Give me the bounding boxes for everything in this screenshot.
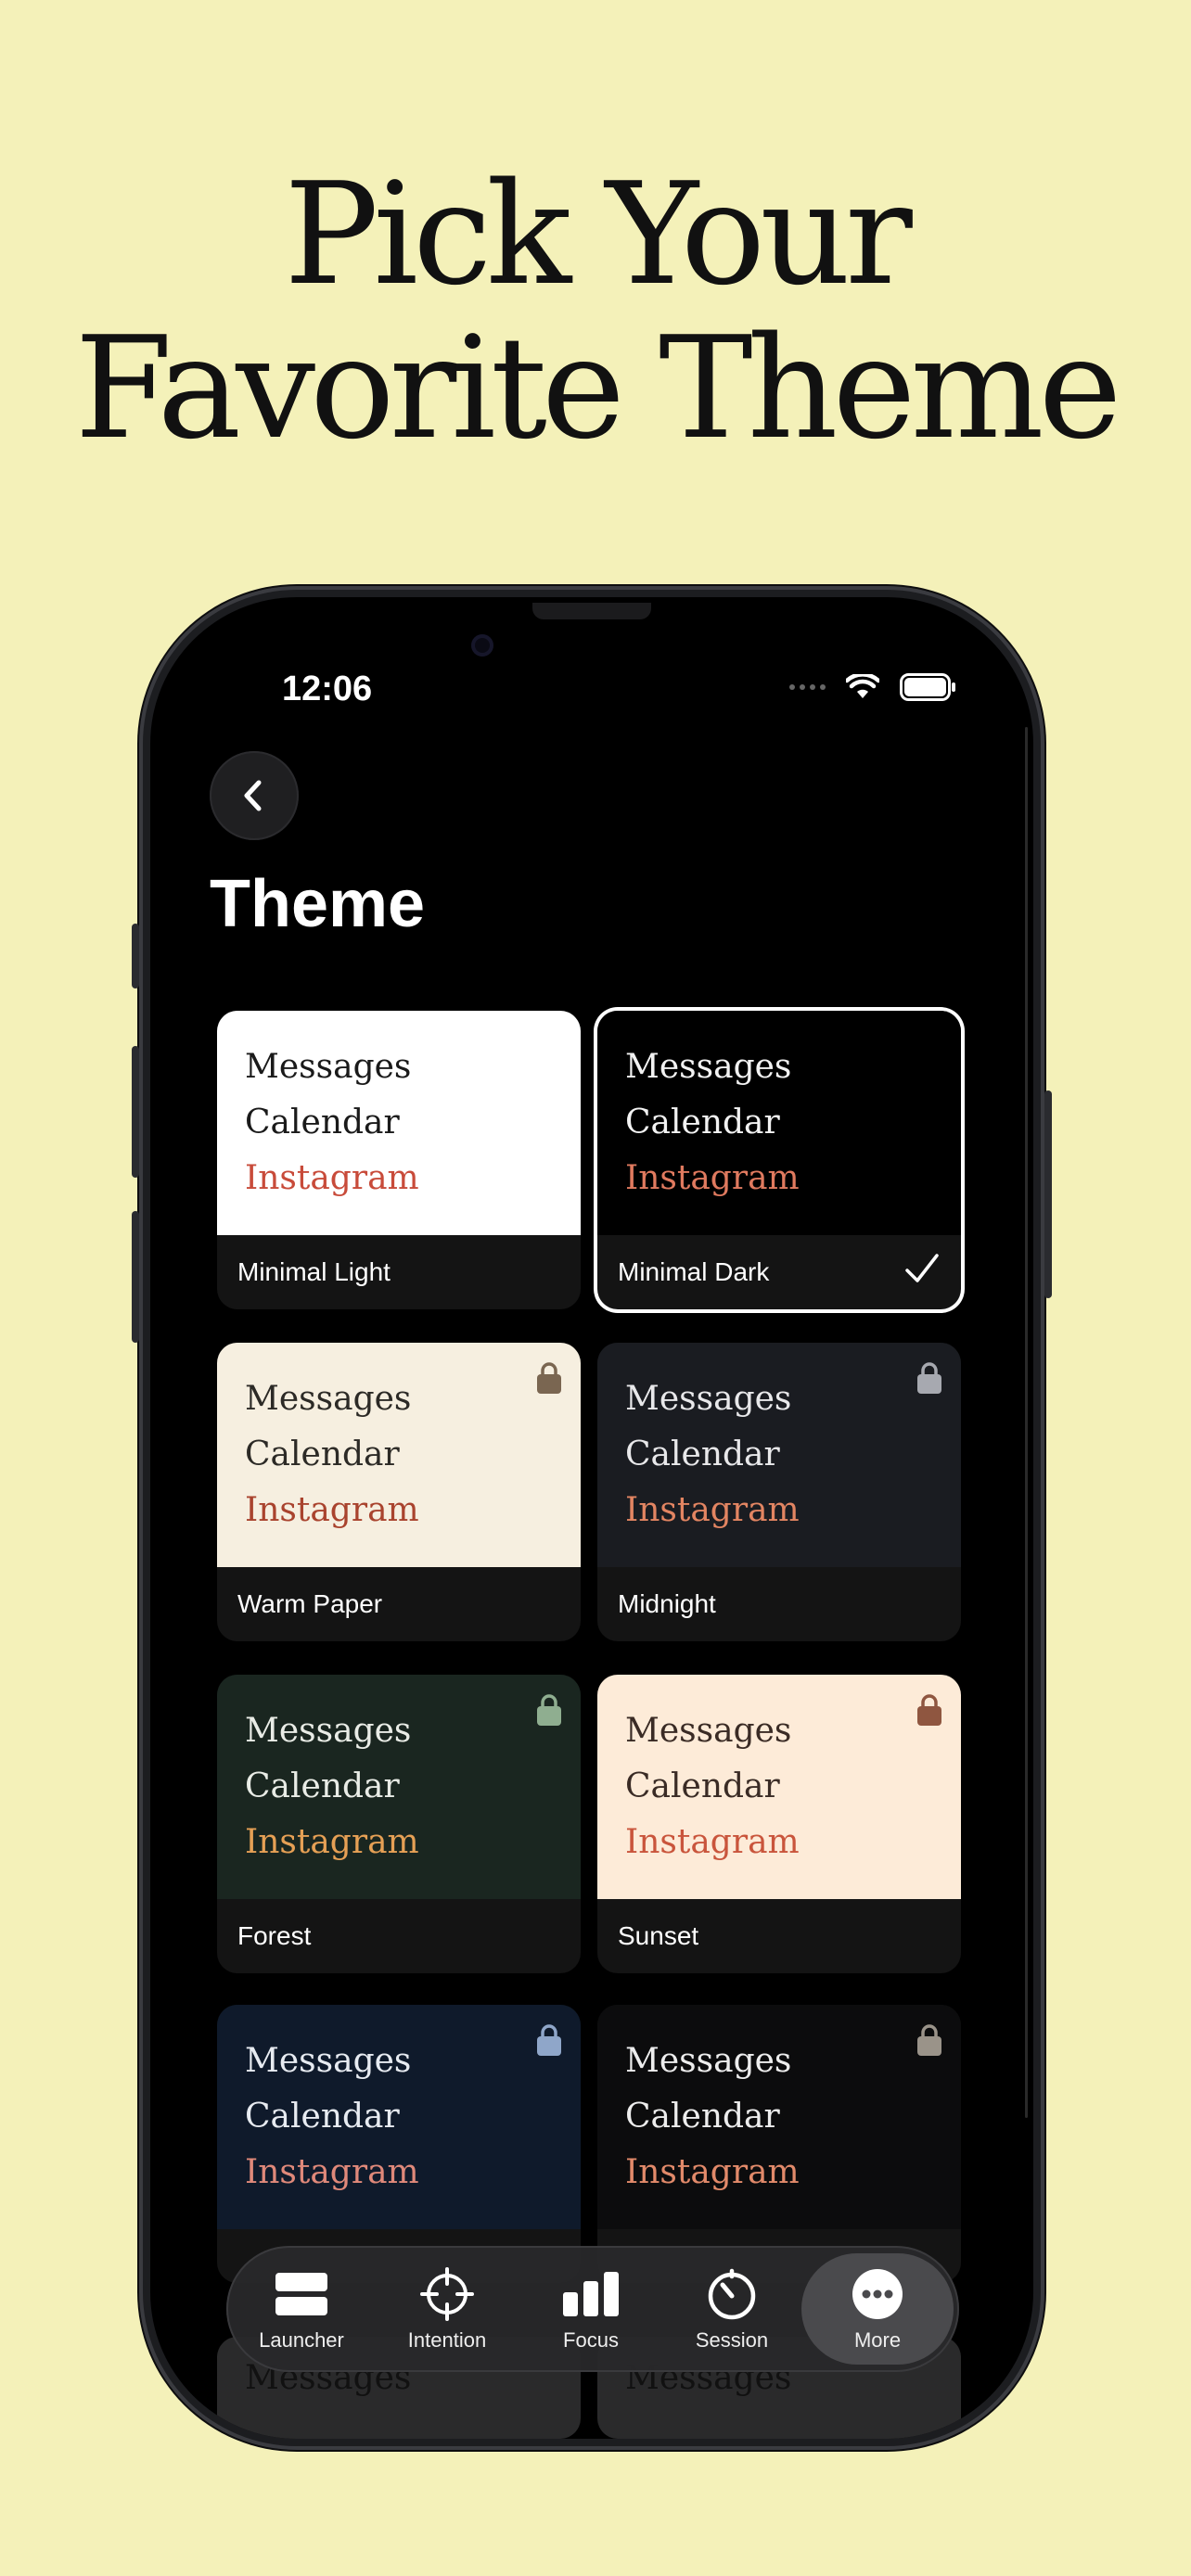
lock-icon <box>917 1694 941 1726</box>
preview-line: Calendar <box>625 1103 780 1141</box>
preview-line: Calendar <box>625 1767 780 1805</box>
checkmark-icon <box>905 1254 939 1282</box>
theme-preview: Messages Calendar Instagram <box>217 2005 581 2229</box>
tab-label: Session <box>695 2328 769 2352</box>
front-camera <box>471 634 493 657</box>
tab-more[interactable]: More <box>801 2253 954 2365</box>
theme-card[interactable]: Messages Calendar Instagram <box>597 2005 961 2283</box>
signal-icon <box>789 684 826 690</box>
theme-name: Minimal Light <box>237 1257 391 1286</box>
preview-line: Instagram <box>625 1159 800 1197</box>
tab-launcher[interactable]: Launcher <box>232 2246 371 2372</box>
tab-label: More <box>853 2328 902 2352</box>
theme-preview: Messages Calendar Instagram <box>217 1343 581 1567</box>
preview-line: Instagram <box>245 1159 419 1197</box>
theme-card[interactable]: Messages Calendar Instagram Minimal Dark <box>597 1011 961 1309</box>
preview-line: Instagram <box>625 1491 800 1529</box>
theme-preview: Messages Calendar Instagram <box>217 1675 581 1899</box>
phone-screen: 12:06 Theme Messages Calendar Instagram Min… <box>150 597 1033 2439</box>
preview-line: Instagram <box>625 1823 800 1861</box>
back-button[interactable] <box>210 751 299 840</box>
lock-icon <box>537 1694 561 1726</box>
power-button <box>1044 1090 1052 1298</box>
preview-line: Messages <box>625 1048 792 1086</box>
theme-card[interactable]: Messages Calendar Instagram Sunset <box>597 1675 961 1973</box>
theme-card[interactable]: Messages Calendar Instagram <box>217 2005 581 2283</box>
preview-line: Messages <box>625 1380 792 1418</box>
theme-name: Minimal Dark <box>618 1257 770 1286</box>
theme-card[interactable]: Messages Calendar Instagram Minimal Light <box>217 1011 581 1309</box>
preview-line: Instagram <box>245 1823 419 1861</box>
volume-down-button <box>132 1211 139 1343</box>
volume-up-button <box>132 1046 139 1178</box>
tab-focus[interactable]: Focus <box>521 2246 660 2372</box>
speaker-notch <box>532 603 651 619</box>
tab-label: Focus <box>563 2328 619 2352</box>
theme-preview: Messages Calendar Instagram <box>597 1011 961 1235</box>
mute-switch <box>132 924 139 988</box>
theme-card[interactable]: Messages Calendar Instagram Forest <box>217 1675 581 1973</box>
preview-line: Instagram <box>625 2153 800 2191</box>
theme-preview: Messages Calendar Instagram <box>597 1343 961 1567</box>
status-time: 12:06 <box>282 670 373 708</box>
lock-icon <box>917 1362 941 1394</box>
preview-line: Calendar <box>625 1435 780 1473</box>
more-icon <box>852 2269 903 2319</box>
theme-name: Forest <box>237 1921 312 1950</box>
battery-icon <box>900 673 955 701</box>
preview-line: Instagram <box>245 2153 419 2191</box>
preview-line: Messages <box>245 1380 412 1418</box>
theme-card[interactable]: Messages Calendar Instagram Warm Paper <box>217 1343 581 1641</box>
theme-preview: Messages Calendar Instagram <box>597 2005 961 2229</box>
preview-line: Calendar <box>245 1767 400 1805</box>
preview-line: Messages <box>625 1712 792 1750</box>
theme-card[interactable]: Messages Calendar Instagram Midnight <box>597 1343 961 1641</box>
timer-icon <box>708 2268 756 2320</box>
tab-bar: Launcher Intention Focus Session More <box>226 2246 959 2372</box>
theme-name: Midnight <box>618 1589 716 1618</box>
headline-line-1: Pick Your <box>284 152 913 316</box>
chevron-left-icon <box>244 780 262 811</box>
tab-label: Intention <box>407 2328 487 2352</box>
headline-line-2: Favorite Theme <box>74 306 1121 470</box>
crosshair-icon <box>420 2267 474 2321</box>
bar-chart-icon <box>563 2272 619 2316</box>
tab-label: Launcher <box>259 2328 344 2352</box>
theme-preview: Messages Calendar Instagram <box>217 1011 581 1235</box>
status-icons <box>789 673 957 701</box>
scroll-indicator <box>1025 727 1028 2118</box>
headline: Pick Your Favorite Theme <box>0 158 1191 465</box>
preview-line: Instagram <box>245 1491 419 1529</box>
preview-line: Calendar <box>245 1435 400 1473</box>
preview-line: Calendar <box>245 1103 400 1141</box>
tab-intention[interactable]: Intention <box>378 2246 517 2372</box>
theme-preview: Messages Calendar Instagram <box>597 1675 961 1899</box>
page-title: Theme <box>210 867 426 941</box>
launcher-icon <box>275 2273 327 2315</box>
preview-line: Messages <box>245 2042 412 2080</box>
lock-icon <box>917 2024 941 2056</box>
theme-name: Warm Paper <box>237 1589 383 1618</box>
preview-line: Messages <box>245 1048 412 1086</box>
wifi-icon <box>846 674 879 698</box>
lock-icon <box>537 1362 561 1394</box>
theme-name: Sunset <box>618 1921 699 1950</box>
preview-line: Messages <box>625 2042 792 2080</box>
preview-line: Calendar <box>245 2098 400 2136</box>
preview-line: Messages <box>245 1712 412 1750</box>
lock-icon <box>537 2024 561 2056</box>
tab-session[interactable]: Session <box>662 2246 801 2372</box>
preview-line: Calendar <box>625 2098 780 2136</box>
